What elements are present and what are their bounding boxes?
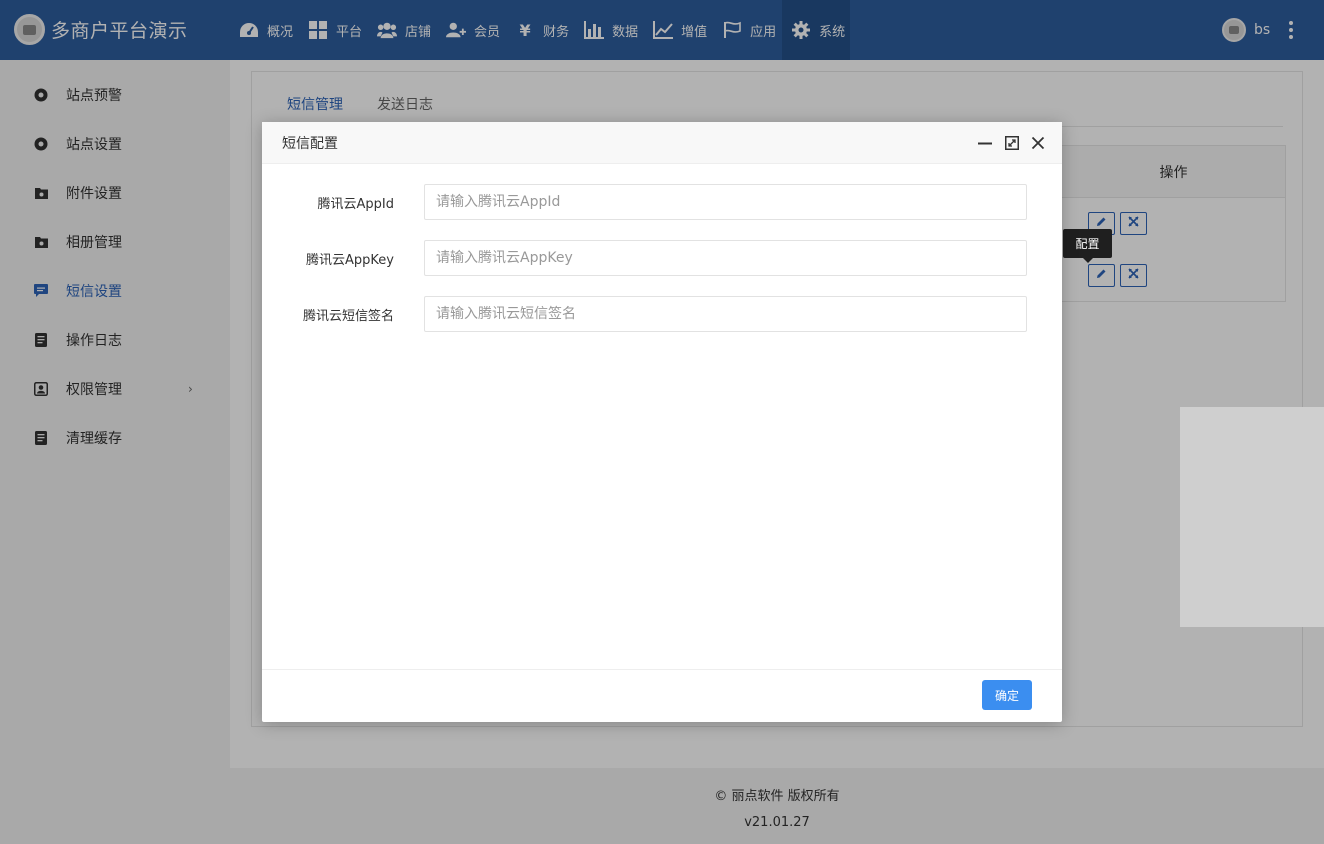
form-row-signature: 腾讯云短信签名 xyxy=(262,296,1062,332)
close-icon[interactable] xyxy=(1031,136,1045,150)
signature-label: 腾讯云短信签名 xyxy=(302,309,394,324)
sms-config-dialog: 短信配置 腾讯云AppId 腾讯云AppKey 腾讯云短信签名 确定 xyxy=(262,122,1062,722)
side-placeholder xyxy=(1180,407,1324,627)
form-row-appid: 腾讯云AppId xyxy=(262,184,1062,220)
minimize-icon[interactable] xyxy=(978,136,992,150)
appkey-input[interactable] xyxy=(424,240,1027,276)
signature-input[interactable] xyxy=(424,296,1027,332)
appid-label: 腾讯云AppId xyxy=(317,197,394,212)
tooltip: 配置 xyxy=(1063,229,1112,263)
appkey-label: 腾讯云AppKey xyxy=(306,253,394,268)
maximize-icon[interactable] xyxy=(1005,136,1019,150)
form-row-appkey: 腾讯云AppKey xyxy=(262,240,1062,276)
dialog-footer: 确定 xyxy=(262,669,1062,722)
dialog-header: 短信配置 xyxy=(262,122,1062,164)
dialog-title: 短信配置 xyxy=(282,135,338,152)
appid-input[interactable] xyxy=(424,184,1027,220)
confirm-button[interactable]: 确定 xyxy=(982,680,1032,710)
